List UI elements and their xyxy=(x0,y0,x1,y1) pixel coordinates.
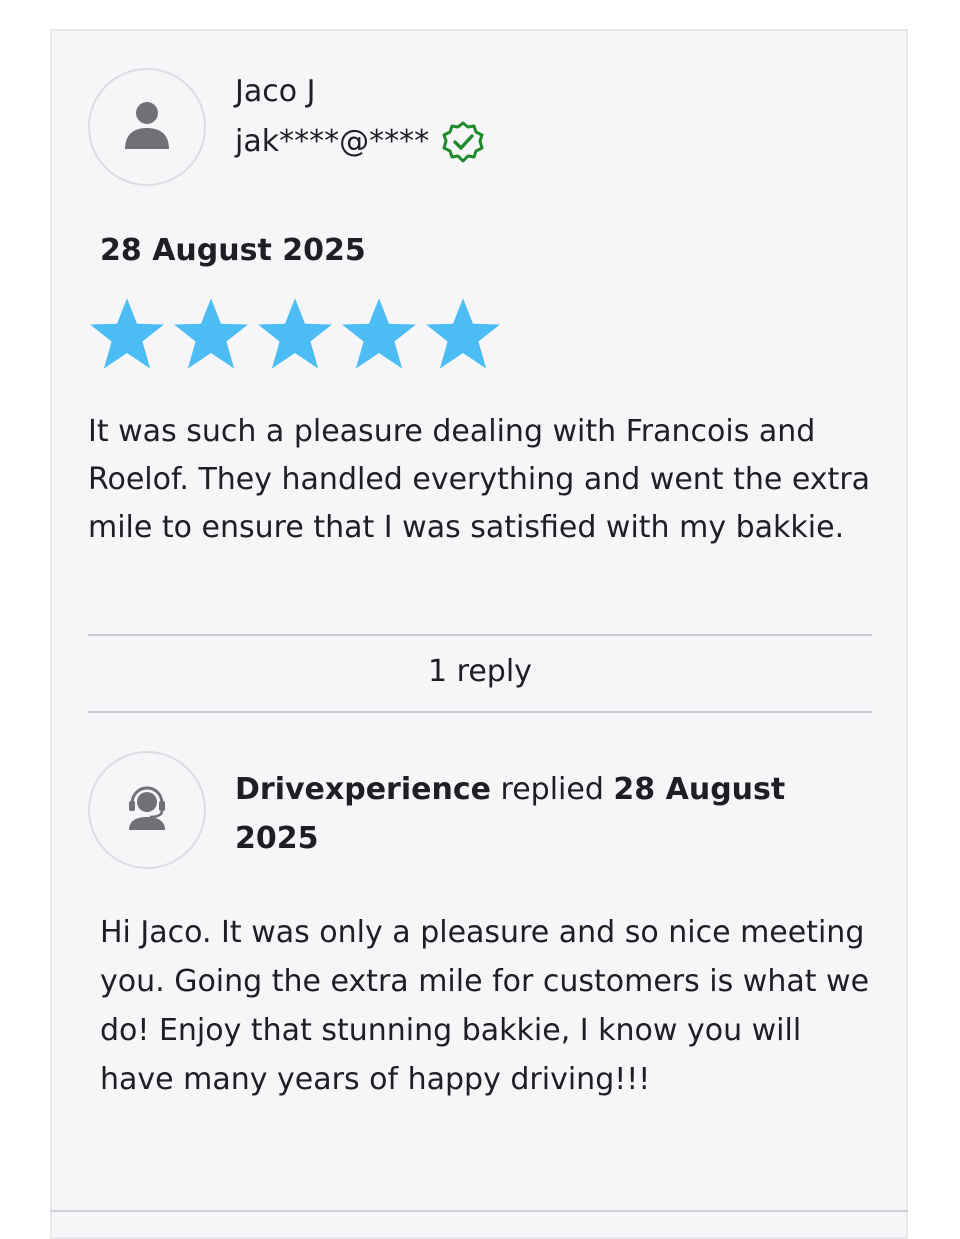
reviewer-name: Jaco J xyxy=(235,74,316,109)
divider xyxy=(88,711,872,713)
star-icon xyxy=(342,298,416,369)
review-date: 28 August 2025 xyxy=(100,233,366,268)
reply-action: replied xyxy=(500,772,604,807)
star-icon xyxy=(426,298,500,369)
divider xyxy=(50,1210,908,1212)
divider xyxy=(88,634,872,636)
business-avatar xyxy=(88,751,206,869)
verified-badge-icon xyxy=(441,120,485,164)
reviewer-email: jak****@**** xyxy=(235,124,430,159)
reply-author: Drivexperience xyxy=(235,772,491,807)
user-icon xyxy=(124,99,170,155)
reply-count-toggle[interactable]: 1 reply xyxy=(88,652,872,692)
star-icon xyxy=(258,298,332,369)
star-icon xyxy=(174,298,248,369)
reply-header: Drivexperience replied 28 August 2025 xyxy=(235,765,855,863)
reviewer-avatar xyxy=(88,68,206,186)
star-icon xyxy=(90,298,164,369)
reviewer-email-row: jak****@**** xyxy=(235,120,485,164)
reply-text: Hi Jaco. It was only a pleasure and so n… xyxy=(100,915,870,1097)
review-text: It was such a pleasure dealing with Fran… xyxy=(88,414,871,545)
support-agent-icon xyxy=(123,784,171,836)
star-rating xyxy=(88,296,502,370)
